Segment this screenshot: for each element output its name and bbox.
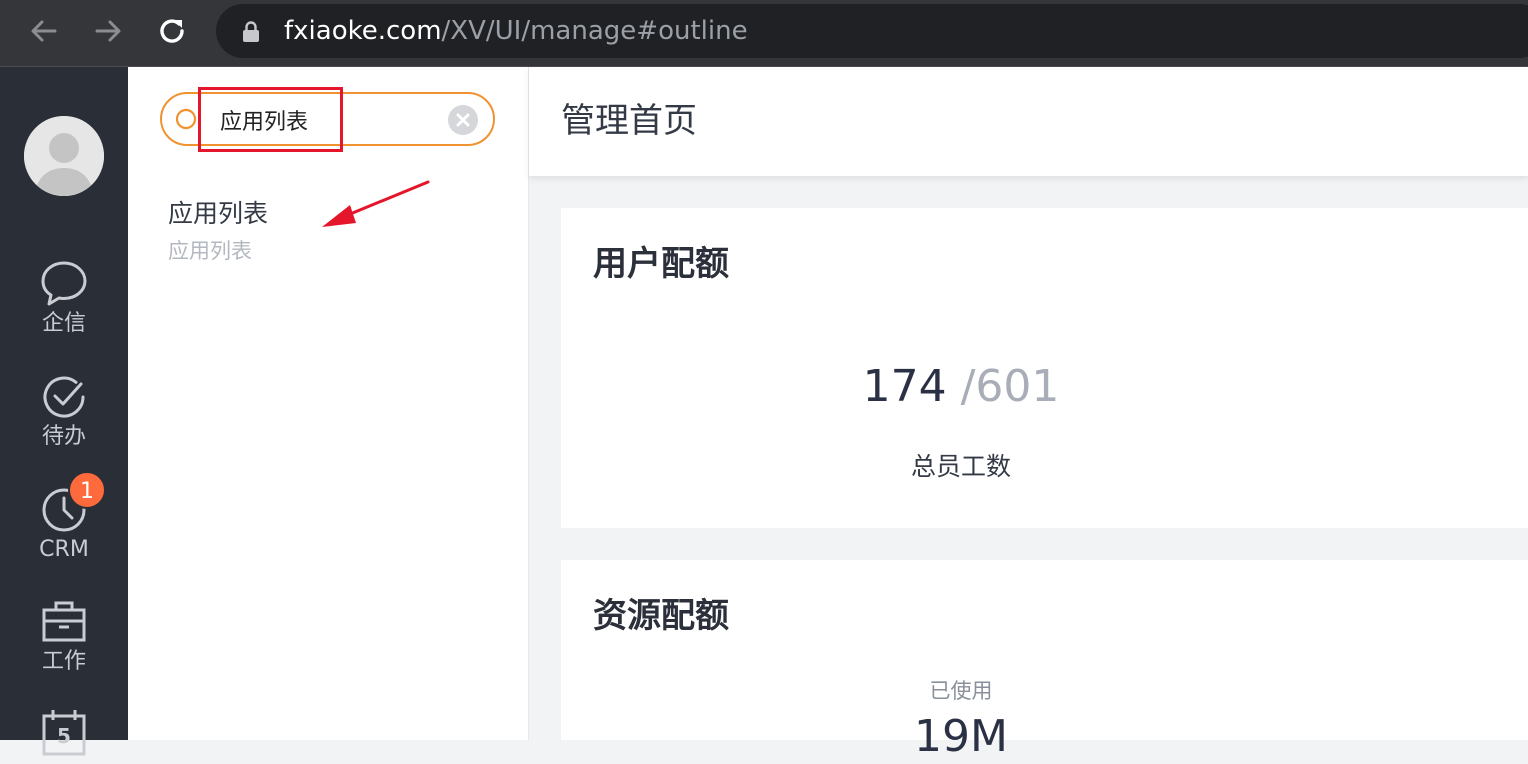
calendar-icon: 5 <box>42 710 86 756</box>
sidebar-item-label: 企信 <box>41 311 86 336</box>
quota-used: 174 <box>862 361 947 412</box>
clear-search-button[interactable] <box>448 105 478 135</box>
url-host: fxiaoke.com <box>284 16 442 46</box>
search-box[interactable] <box>160 92 495 146</box>
check-circle-icon <box>43 376 85 418</box>
resource-quota-card: 资源配额 已使用 19M <box>561 560 1528 762</box>
sidebar-item-messages[interactable]: 企信 <box>0 259 128 337</box>
reload-button[interactable] <box>154 13 190 49</box>
close-icon <box>456 113 470 127</box>
quota-label: 总员工数 <box>910 452 1011 481</box>
back-button[interactable] <box>26 13 62 49</box>
chat-bubble-icon <box>41 261 87 306</box>
resource-used-value: 19M <box>914 711 1008 762</box>
lock-icon <box>243 21 259 42</box>
app-sidebar: 企信 待办 1 CRM 工作 5 <box>0 67 128 756</box>
sidebar-item-crm[interactable]: 1 CRM <box>0 471 128 563</box>
url-text: fxiaoke.com/XV/UI/manage#outline <box>284 15 748 47</box>
user-quota-card: 用户配额 174 /601 总员工数 <box>561 208 1528 528</box>
address-bar[interactable]: fxiaoke.com/XV/UI/manage#outline <box>216 4 1528 58</box>
sidebar-item-work[interactable]: 工作 <box>0 597 128 675</box>
browser-toolbar: fxiaoke.com/XV/UI/manage#outline <box>0 0 1528 67</box>
annotation-arrow-icon <box>322 180 430 227</box>
user-quota-title: 用户配额 <box>593 244 729 284</box>
arrow-left-icon <box>31 20 57 42</box>
url-path: /XV/UI/manage#outline <box>441 16 748 46</box>
sidebar-item-label: CRM <box>39 537 89 562</box>
resource-quota-title: 资源配额 <box>593 596 729 636</box>
reload-icon <box>160 19 184 43</box>
resource-used-label: 已使用 <box>929 679 993 703</box>
sidebar-item-label: 待办 <box>41 424 86 449</box>
search-input[interactable] <box>218 102 442 138</box>
user-quota-value: 174 /601 <box>561 360 1361 414</box>
search-result-subtitle: 应用列表 <box>168 239 252 263</box>
avatar[interactable] <box>24 116 104 196</box>
calendar-day: 5 <box>57 724 71 748</box>
notification-badge: 1 <box>68 471 106 509</box>
briefcase-icon <box>42 601 86 642</box>
page-title: 管理首页 <box>561 101 697 141</box>
arrow-right-icon <box>95 20 121 42</box>
sidebar-item-todo[interactable]: 待办 <box>0 372 128 450</box>
user-avatar-icon <box>24 116 104 196</box>
forward-button[interactable] <box>90 13 126 49</box>
search-icon <box>175 108 197 130</box>
main-header: 管理首页 <box>529 67 1528 176</box>
search-panel: 应用列表 应用列表 <box>128 67 529 740</box>
sidebar-item-calendar[interactable]: 5 <box>0 707 128 757</box>
quota-total: /601 <box>960 361 1060 412</box>
sidebar-item-label: 工作 <box>41 649 86 674</box>
